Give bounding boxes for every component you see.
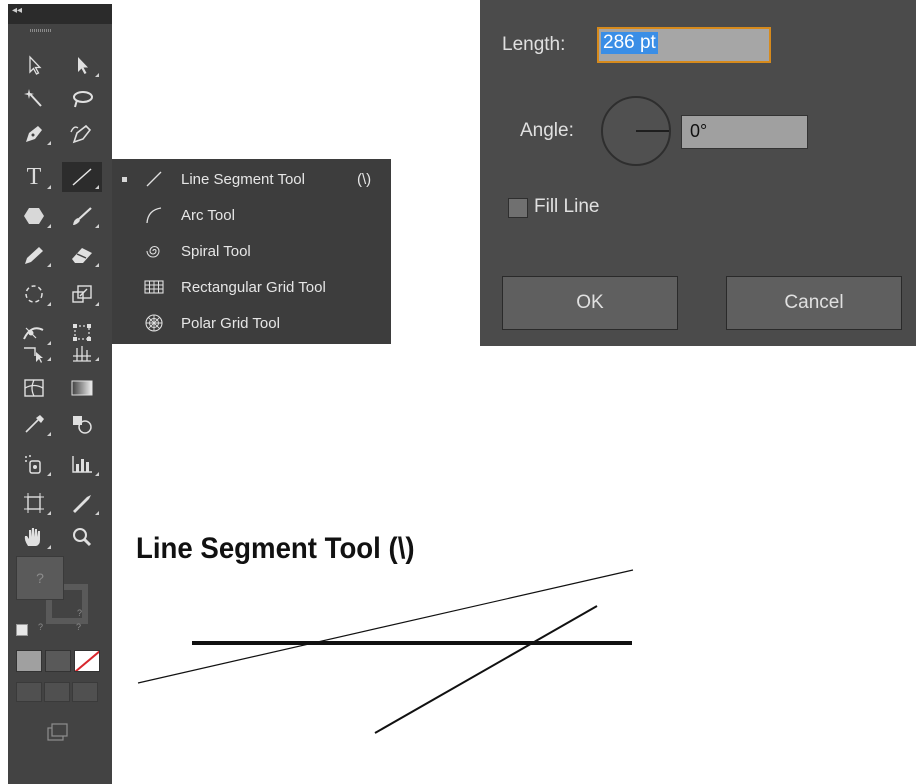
diagonal-line xyxy=(374,605,598,734)
thin-line xyxy=(137,569,634,684)
line-examples xyxy=(137,569,634,734)
